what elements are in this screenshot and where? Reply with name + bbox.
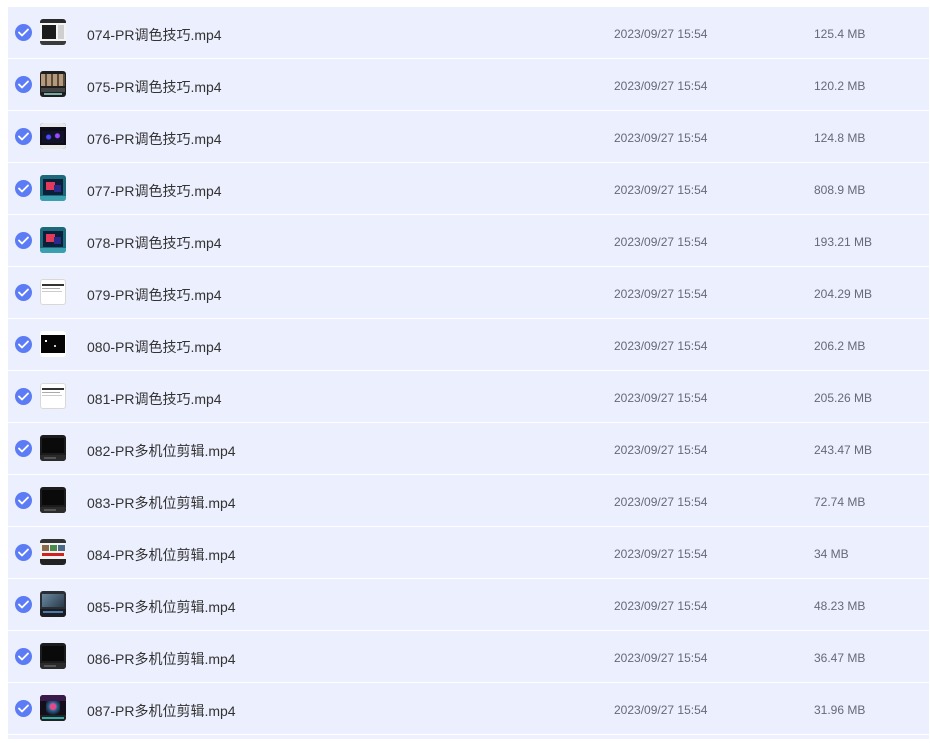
file-row[interactable]: 081-PR调色技巧.mp4 2023/09/27 15:54 205.26 MB xyxy=(8,371,929,423)
file-name[interactable]: 085-PR多机位剪辑.mp4 xyxy=(87,579,236,630)
row-checkbox-checked-icon[interactable] xyxy=(15,284,32,301)
file-size: 31.96 MB xyxy=(814,703,866,717)
file-size: 125.4 MB xyxy=(814,27,866,41)
file-date: 2023/09/27 15:54 xyxy=(614,27,708,41)
dark-video-icon xyxy=(40,487,66,513)
list-top-spacer xyxy=(8,0,929,7)
file-row[interactable]: 083-PR多机位剪辑.mp4 2023/09/27 15:54 72.74 MB xyxy=(8,475,929,527)
file-date: 2023/09/27 15:54 xyxy=(614,599,708,613)
file-name[interactable]: 078-PR调色技巧.mp4 xyxy=(87,215,222,266)
file-size: 808.9 MB xyxy=(814,183,866,197)
file-name[interactable]: 075-PR调色技巧.mp4 xyxy=(87,59,222,110)
row-checkbox-checked-icon[interactable] xyxy=(15,700,32,717)
file-row[interactable]: 077-PR调色技巧.mp4 2023/09/27 15:54 808.9 MB xyxy=(8,163,929,215)
file-size: 120.2 MB xyxy=(814,79,866,93)
file-name[interactable]: 077-PR调色技巧.mp4 xyxy=(87,163,222,214)
file-size: 205.26 MB xyxy=(814,391,873,405)
file-name[interactable]: 082-PR多机位剪辑.mp4 xyxy=(87,423,236,474)
document-white-icon xyxy=(40,383,66,409)
file-size: 204.29 MB xyxy=(814,287,873,301)
file-name[interactable]: 084-PR多机位剪辑.mp4 xyxy=(87,527,236,578)
row-checkbox-checked-icon[interactable] xyxy=(15,544,32,561)
row-checkbox-checked-icon[interactable] xyxy=(15,336,32,353)
file-size: 193.21 MB xyxy=(814,235,873,249)
file-date: 2023/09/27 15:54 xyxy=(614,547,708,561)
file-row[interactable]: 087-PR多机位剪辑.mp4 2023/09/27 15:54 31.96 MB xyxy=(8,683,929,735)
file-name[interactable]: 087-PR多机位剪辑.mp4 xyxy=(87,683,236,734)
row-checkbox-checked-icon[interactable] xyxy=(15,76,32,93)
file-row[interactable]: 074-PR调色技巧.mp4 2023/09/27 15:54 125.4 MB xyxy=(8,7,929,59)
row-checkbox-checked-icon[interactable] xyxy=(15,388,32,405)
file-date: 2023/09/27 15:54 xyxy=(614,651,708,665)
color-slide-icon xyxy=(40,175,66,201)
file-name[interactable]: 081-PR调色技巧.mp4 xyxy=(87,371,222,422)
file-date: 2023/09/27 15:54 xyxy=(614,287,708,301)
file-row[interactable]: 084-PR多机位剪辑.mp4 2023/09/27 15:54 34 MB xyxy=(8,527,929,579)
file-size: 243.47 MB xyxy=(814,443,873,457)
file-size: 124.8 MB xyxy=(814,131,866,145)
multi-grid-icon xyxy=(40,539,66,565)
file-date: 2023/09/27 15:54 xyxy=(614,339,708,353)
file-name[interactable]: 086-PR多机位剪辑.mp4 xyxy=(87,631,236,682)
file-row[interactable]: 078-PR调色技巧.mp4 2023/09/27 15:54 193.21 MB xyxy=(8,215,929,267)
dark-video-icon xyxy=(40,435,66,461)
file-row[interactable]: 085-PR多机位剪辑.mp4 2023/09/27 15:54 48.23 MB xyxy=(8,579,929,631)
row-checkbox-checked-icon[interactable] xyxy=(15,440,32,457)
row-checkbox-checked-icon[interactable] xyxy=(15,232,32,249)
file-date: 2023/09/27 15:54 xyxy=(614,235,708,249)
file-size: 34 MB xyxy=(814,547,849,561)
file-date: 2023/09/27 15:54 xyxy=(614,79,708,93)
file-list: 074-PR调色技巧.mp4 2023/09/27 15:54 125.4 MB 07… xyxy=(8,7,929,739)
file-date: 2023/09/27 15:54 xyxy=(614,703,708,717)
black-frame-icon xyxy=(40,331,66,357)
row-checkbox-checked-icon[interactable] xyxy=(15,596,32,613)
file-name[interactable]: 079-PR调色技巧.mp4 xyxy=(87,267,222,318)
file-date: 2023/09/27 15:54 xyxy=(614,131,708,145)
row-checkbox-checked-icon[interactable] xyxy=(15,180,32,197)
editor-scope-icon xyxy=(40,123,66,149)
file-size: 72.74 MB xyxy=(814,495,866,509)
row-checkbox-checked-icon[interactable] xyxy=(15,24,32,41)
file-name[interactable]: 080-PR调色技巧.mp4 xyxy=(87,319,222,370)
file-row[interactable]: 082-PR多机位剪辑.mp4 2023/09/27 15:54 243.47 MB xyxy=(8,423,929,475)
file-row[interactable]: 079-PR调色技巧.mp4 2023/09/27 15:54 204.29 MB xyxy=(8,267,929,319)
file-size: 36.47 MB xyxy=(814,651,866,665)
document-white-icon xyxy=(40,279,66,305)
file-row[interactable]: 080-PR调色技巧.mp4 2023/09/27 15:54 206.2 MB xyxy=(8,319,929,371)
file-date: 2023/09/27 15:54 xyxy=(614,391,708,405)
editor-dark-icon xyxy=(40,19,66,45)
editor-panel-icon xyxy=(40,591,66,617)
file-name[interactable]: 076-PR调色技巧.mp4 xyxy=(87,111,222,162)
file-size: 206.2 MB xyxy=(814,339,866,353)
row-checkbox-checked-icon[interactable] xyxy=(15,648,32,665)
dark-video-icon xyxy=(40,643,66,669)
row-checkbox-checked-icon[interactable] xyxy=(15,492,32,509)
file-name[interactable]: 083-PR多机位剪辑.mp4 xyxy=(87,475,236,526)
file-row[interactable]: 086-PR多机位剪辑.mp4 2023/09/27 15:54 36.47 MB xyxy=(8,631,929,683)
color-slide-icon xyxy=(40,227,66,253)
stage-video-icon xyxy=(40,695,66,721)
file-row[interactable]: 076-PR调色技巧.mp4 2023/09/27 15:54 124.8 MB xyxy=(8,111,929,163)
file-name[interactable]: 074-PR调色技巧.mp4 xyxy=(87,7,222,58)
file-date: 2023/09/27 15:54 xyxy=(614,443,708,457)
editor-grid-icon xyxy=(40,71,66,97)
file-date: 2023/09/27 15:54 xyxy=(614,495,708,509)
file-row[interactable]: 075-PR调色技巧.mp4 2023/09/27 15:54 120.2 MB xyxy=(8,59,929,111)
file-date: 2023/09/27 15:54 xyxy=(614,183,708,197)
file-size: 48.23 MB xyxy=(814,599,866,613)
row-checkbox-checked-icon[interactable] xyxy=(15,128,32,145)
